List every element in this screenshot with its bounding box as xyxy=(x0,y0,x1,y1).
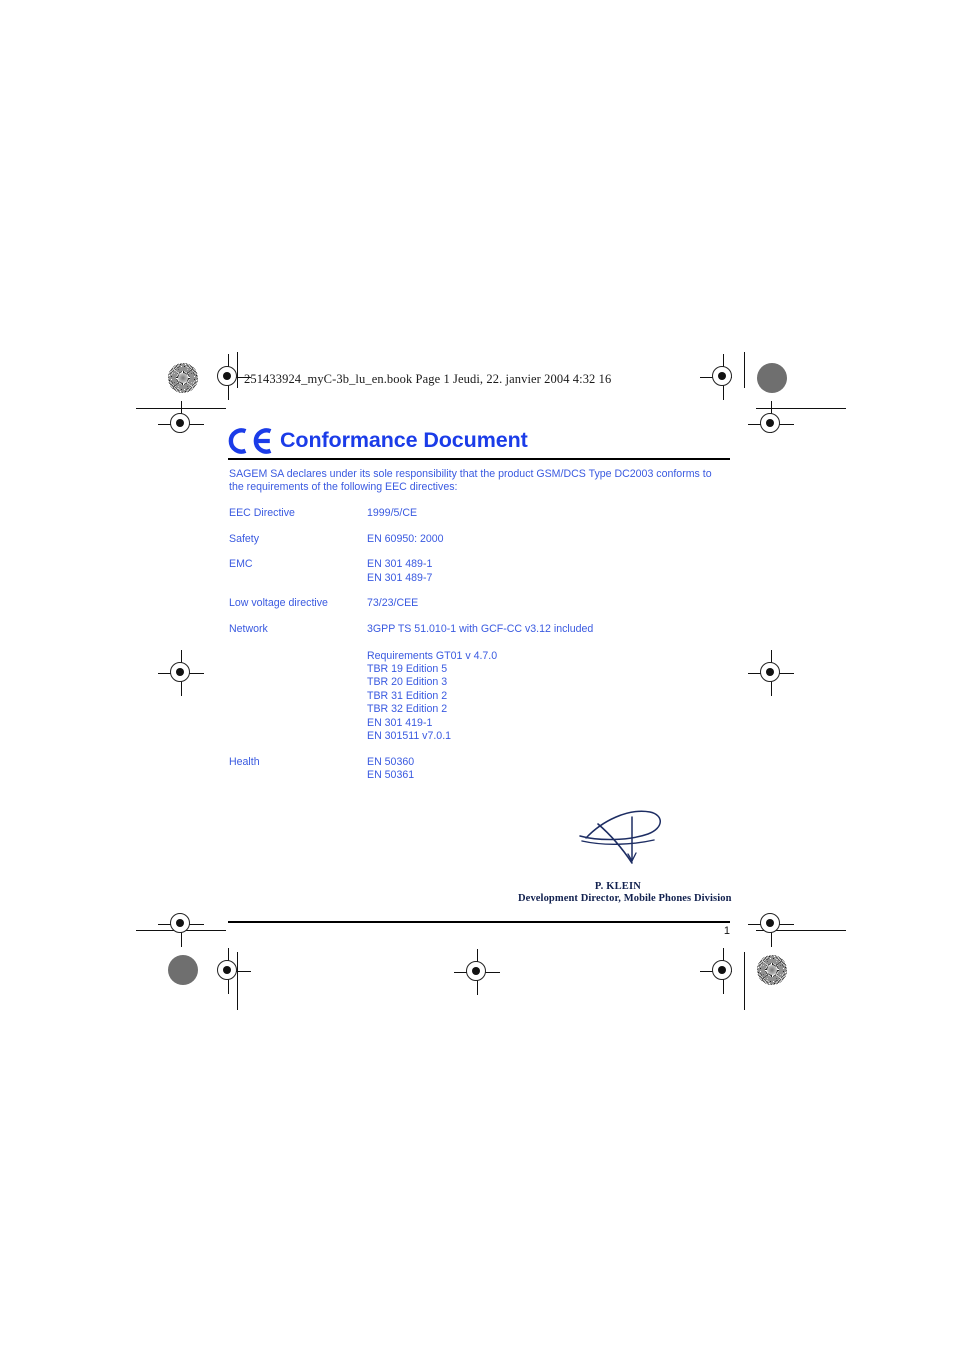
crop-line xyxy=(744,952,746,1010)
spec-value: TBR 19 Edition 5 xyxy=(367,662,448,675)
crop-line xyxy=(744,352,746,388)
ce-marking-icon xyxy=(228,428,272,454)
registration-target-icon xyxy=(748,650,794,696)
crop-line xyxy=(237,352,239,388)
registration-target-icon xyxy=(158,901,204,947)
spec-value: EN 301 489-7 xyxy=(367,571,433,584)
file-slug-line: 251433924_myC-3b_lu_en.book Page 1 Jeudi… xyxy=(244,372,612,386)
table-row: EMC EN 301 489-1 EN 301 489-7 xyxy=(229,558,729,585)
spec-values: 3GPP TS 51.010-1 with GCF-CC v3.12 inclu… xyxy=(367,623,729,744)
spec-values: EN 301 489-1 EN 301 489-7 xyxy=(367,558,729,585)
table-row: Low voltage directive 73/23/CEE xyxy=(229,597,729,610)
spec-value: 73/23/CEE xyxy=(367,597,419,610)
halftone-starburst-target-icon xyxy=(168,363,198,393)
spec-value: 1999/5/CE xyxy=(367,507,418,519)
signatory-role: Development Director, Mobile Phones Divi… xyxy=(518,893,732,904)
table-row: Network 3GPP TS 51.010-1 with GCF-CC v3.… xyxy=(229,623,729,744)
table-row: Health EN 50360 EN 50361 xyxy=(229,756,729,783)
registration-target-icon xyxy=(454,949,500,995)
spec-values: 73/23/CEE xyxy=(367,597,729,610)
spec-value: Requirements GT01 v 4.7.0 xyxy=(367,649,498,662)
halftone-solid-dot-icon xyxy=(757,363,787,393)
spec-label: EEC Directive xyxy=(229,507,295,519)
spec-value: TBR 31 Edition 2 xyxy=(367,689,448,702)
signatory-name: P. KLEIN xyxy=(594,881,642,892)
document-title-row: Conformance Document xyxy=(228,424,730,458)
spec-value: EN 301511 v7.0.1 xyxy=(367,730,452,743)
halftone-solid-dot-icon xyxy=(168,955,198,985)
crop-line xyxy=(756,930,846,932)
footer-divider xyxy=(228,921,730,923)
registration-target-icon xyxy=(158,650,204,696)
spec-label: Network xyxy=(229,622,268,635)
spec-label: Low voltage directive xyxy=(229,597,328,610)
spec-label: Safety xyxy=(229,532,260,545)
handwritten-signature xyxy=(579,810,661,864)
spec-value: EN 60950: 2000 xyxy=(367,532,444,545)
table-row: EEC Directive 1999/5/CE xyxy=(229,507,729,520)
spec-value: TBR 20 Edition 3 xyxy=(367,676,448,689)
conformance-spec-table: EEC Directive 1999/5/CE Safety EN 60950:… xyxy=(229,507,729,782)
registration-target-icon xyxy=(700,354,746,400)
spec-value: TBR 32 Edition 2 xyxy=(367,703,448,716)
spec-values: EN 50360 EN 50361 xyxy=(367,756,729,783)
spec-value: EN 301 489-1 xyxy=(367,558,433,571)
spec-values: 1999/5/CE xyxy=(367,507,729,520)
crop-line xyxy=(136,930,226,932)
table-row: Safety EN 60950: 2000 xyxy=(229,533,729,546)
spec-value: EN 301 419-1 xyxy=(367,716,433,729)
crop-line xyxy=(756,408,846,410)
registration-target-icon xyxy=(748,901,794,947)
spec-value: EN 50360 xyxy=(367,755,415,768)
crop-line xyxy=(136,408,226,410)
spec-values: EN 60950: 2000 xyxy=(367,533,729,546)
halftone-starburst-target-icon xyxy=(757,955,787,985)
registration-target-icon xyxy=(700,948,746,994)
spec-value: 3GPP TS 51.010-1 with GCF-CC v3.12 inclu… xyxy=(367,622,594,635)
spec-label: EMC xyxy=(229,558,253,571)
crop-line xyxy=(237,952,239,1010)
page-title: Conformance Document xyxy=(280,428,528,453)
registration-target-icon xyxy=(205,948,251,994)
signature-block: P. KLEIN Development Director, Mobile Ph… xyxy=(518,805,732,904)
title-divider xyxy=(228,458,730,460)
spec-label: Health xyxy=(229,755,260,768)
document-page: 251433924_myC-3b_lu_en.book Page 1 Jeudi… xyxy=(0,0,954,1351)
declaration-paragraph: SAGEM SA declares under its sole respons… xyxy=(229,468,712,494)
page-number: 1 xyxy=(723,925,730,937)
spec-value: EN 50361 xyxy=(367,769,415,782)
